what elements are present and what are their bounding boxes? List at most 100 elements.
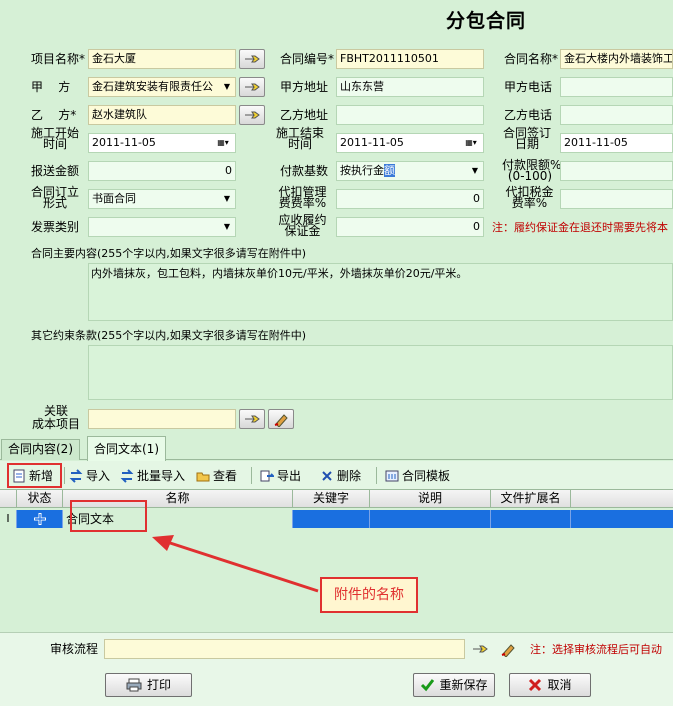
project-name-field[interactable]: 金石大厦: [88, 49, 236, 69]
batch-import-button[interactable]: 批量导入: [120, 466, 185, 486]
annotation-arrow: [152, 535, 319, 593]
payment-base-select[interactable]: 按执行金额 ▼: [336, 161, 484, 181]
party-b-pick-button[interactable]: [239, 105, 265, 125]
row-status-cell: [17, 510, 63, 528]
chevron-down-icon[interactable]: ▼: [219, 190, 235, 208]
cost-item-field[interactable]: [88, 409, 236, 429]
col-header-status[interactable]: 状态: [17, 490, 63, 508]
contract-form-value: 书面合同: [92, 192, 136, 205]
contract-form-label: 合同订立 形式: [30, 185, 79, 210]
resave-button[interactable]: 重新保存: [413, 673, 495, 697]
workflow-field[interactable]: [104, 639, 465, 659]
party-a-phone-label: 甲方电话: [504, 80, 553, 94]
party-a-select[interactable]: 金石建筑安装有限责任公 ▼: [88, 77, 236, 97]
payment-limit-label: 付款限额% (0-100): [502, 158, 562, 183]
attachment-toolbar: 新增 导入 批量导入 查看 导出 删除 合同模板: [0, 461, 673, 489]
party-b-phone-field[interactable]: [560, 105, 673, 125]
tax-rate-field[interactable]: [560, 189, 673, 209]
report-amount-label: 报送金额: [31, 164, 80, 178]
cost-item-label: 关联 成本项目: [31, 404, 80, 431]
template-button[interactable]: 合同模板: [385, 466, 450, 486]
party-b-field[interactable]: 赵水建筑队: [88, 105, 236, 125]
contract-no-label: 合同编号*: [280, 52, 335, 66]
start-date-picker[interactable]: 2011-11-05 ▦▾: [88, 133, 236, 153]
cost-item-clear-button[interactable]: [268, 409, 294, 429]
deposit-field[interactable]: 0: [336, 217, 484, 237]
form-title: 分包合同: [446, 10, 527, 32]
end-date-label: 施工结束 时间: [275, 126, 324, 151]
project-select-button[interactable]: [239, 49, 265, 69]
mgmt-fee-field[interactable]: 0: [336, 189, 484, 209]
start-date-label: 施工开始 时间: [30, 126, 79, 151]
highlight-name-cell: [70, 500, 147, 532]
party-a-pick-button[interactable]: [239, 77, 265, 97]
resave-button-label: 重新保存: [439, 678, 488, 692]
main-content-textarea[interactable]: 内外墙抹灰，包工包料，内墙抹灰单价10元/平米，外墙抹灰单价20元/平米。: [88, 263, 673, 321]
payment-base-value: 按执行金: [340, 164, 384, 177]
report-amount-field[interactable]: 0: [88, 161, 236, 181]
import-button[interactable]: 导入: [69, 466, 110, 486]
contract-form-select[interactable]: 书面合同 ▼: [88, 189, 236, 209]
batch-import-button-label: 批量导入: [137, 469, 186, 483]
party-a-label: 甲 方: [31, 80, 71, 94]
chevron-down-icon[interactable]: ▼: [467, 162, 483, 180]
party-a-value: 金石建筑安装有限责任公: [92, 80, 213, 93]
party-a-phone-field[interactable]: [560, 77, 673, 97]
col-header-extension[interactable]: 文件扩展名: [491, 490, 571, 508]
view-button-label: 查看: [213, 469, 238, 483]
payment-limit-field[interactable]: [560, 161, 673, 181]
chevron-down-icon[interactable]: ▼: [219, 78, 235, 96]
calendar-icon[interactable]: ▦▾: [211, 134, 235, 152]
calendar-icon[interactable]: ▦▾: [459, 134, 483, 152]
end-date-picker[interactable]: 2011-11-05 ▦▾: [336, 133, 484, 153]
payment-base-value-highlight: 额: [384, 164, 395, 177]
export-icon: [260, 470, 274, 482]
sign-date-label: 合同签订 日期: [502, 126, 551, 151]
contract-name-label: 合同名称*: [504, 52, 559, 66]
grid-corner: [0, 490, 17, 508]
row-extension-cell[interactable]: [491, 510, 571, 528]
cost-item-pick-button[interactable]: [239, 409, 265, 429]
delete-button[interactable]: 删除: [320, 466, 361, 486]
export-button-label: 导出: [277, 469, 302, 483]
project-name-label: 项目名称*: [31, 52, 86, 66]
view-button[interactable]: 查看: [196, 466, 237, 486]
contract-name-field[interactable]: 金石大楼内外墙装饰工: [560, 49, 673, 69]
col-header-description[interactable]: 说明: [370, 490, 491, 508]
printer-icon: [126, 678, 142, 692]
party-a-addr-field[interactable]: 山东东营: [336, 77, 484, 97]
workflow-pick-button[interactable]: [470, 640, 490, 658]
pick-hand-icon: [473, 645, 488, 653]
tab-contract-text[interactable]: 合同文本(1): [87, 436, 166, 461]
eraser-icon: [501, 644, 515, 657]
invoice-type-select[interactable]: ▼: [88, 217, 236, 237]
print-button[interactable]: 打印: [105, 673, 192, 697]
sign-date-picker[interactable]: 2011-11-05: [560, 133, 673, 153]
toolbar-separator: [251, 467, 252, 484]
col-header-keyword[interactable]: 关键字: [293, 490, 370, 508]
tab-bar: 合同内容(2) 合同文本(1): [0, 436, 673, 461]
pick-hand-icon: [245, 83, 260, 91]
row-description-cell[interactable]: [370, 510, 491, 528]
sign-date-value: 2011-11-05: [564, 136, 628, 149]
workflow-clear-button[interactable]: [498, 639, 518, 659]
import-button-label: 导入: [86, 469, 111, 483]
tab-contract-content[interactable]: 合同内容(2): [1, 439, 80, 460]
party-b-label: 乙 方*: [31, 108, 77, 122]
party-b-addr-field[interactable]: [336, 105, 484, 125]
other-terms-textarea[interactable]: [88, 345, 673, 400]
party-a-addr-label: 甲方地址: [280, 80, 329, 94]
cancel-button[interactable]: 取消: [509, 673, 591, 697]
deposit-label: 应收履约 保证金: [278, 213, 327, 238]
contract-no-field[interactable]: FBHT2011110501: [336, 49, 484, 69]
row-indicator: I: [0, 510, 17, 528]
chevron-down-icon[interactable]: ▼: [219, 218, 235, 236]
export-button[interactable]: 导出: [260, 466, 301, 486]
deposit-note: 注：履约保证金在退还时需要先将本: [492, 221, 668, 234]
payment-base-label: 付款基数: [280, 164, 329, 178]
highlight-new-button: [7, 463, 62, 488]
import-icon: [69, 469, 83, 483]
checkmark-icon: [421, 679, 435, 692]
invoice-type-label: 发票类别: [31, 220, 80, 234]
delete-x-icon: [322, 471, 332, 481]
